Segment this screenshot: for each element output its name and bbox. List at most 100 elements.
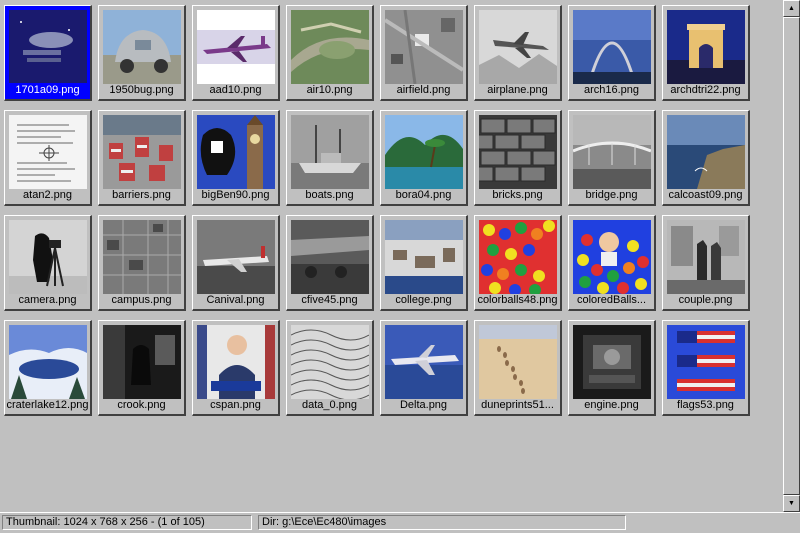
thumbnail-tile[interactable]: Delta.png — [380, 320, 468, 416]
thumbnail-tile[interactable]: 1950bug.png — [98, 5, 186, 101]
thumbnail-tile[interactable]: engine.png — [568, 320, 656, 416]
status-thumbnail-info: Thumbnail: 1024 x 768 x 256 - (1 of 105) — [2, 515, 252, 530]
thumbnail-tile[interactable]: crook.png — [98, 320, 186, 416]
thumbnail-filename: campus.png — [111, 294, 172, 306]
scroll-up-arrow-icon: ▲ — [788, 5, 795, 12]
thumbnail-filename: bigBen90.png — [201, 189, 270, 201]
crater-lake-thumbnail — [9, 325, 87, 399]
thumbnail-filename: flags53.png — [677, 399, 734, 411]
thumbnail-tile[interactable]: archdtri22.png — [662, 5, 750, 101]
airliner-runway-thumbnail — [197, 220, 275, 294]
thumbnail-filename: colorballs48.png — [477, 294, 558, 306]
ball-pit-thumbnail — [479, 220, 557, 294]
scroll-up-button[interactable]: ▲ — [783, 0, 800, 17]
scroll-thumb[interactable] — [783, 17, 800, 495]
gateway-arch-thumbnail — [573, 10, 651, 84]
thumbnail-tile[interactable]: cspan.png — [192, 320, 280, 416]
thumbnail-tile[interactable]: Canival.png — [192, 215, 280, 311]
thumbnail-filename: bora04.png — [395, 189, 452, 201]
texture-pattern-thumbnail — [291, 325, 369, 399]
thumbnail-filename: craterlake12.png — [6, 399, 89, 411]
jet-fighter-thumbnail — [479, 10, 557, 84]
thumbnail-tile[interactable]: cfive45.png — [286, 215, 374, 311]
speaker-podium-thumbnail — [197, 325, 275, 399]
thumbnail-tile[interactable]: arch16.png — [568, 5, 656, 101]
car-engine-thumbnail — [573, 325, 651, 399]
starship-thumbnail — [9, 10, 87, 84]
boats-thumbnail — [291, 115, 369, 189]
thumbnail-filename: data_0.png — [301, 399, 358, 411]
thumbnail-tile[interactable]: aad10.png — [192, 5, 280, 101]
cargo-plane-thumbnail — [291, 220, 369, 294]
thumbnail-tile[interactable]: bora04.png — [380, 110, 468, 206]
thumbnail-filename: cfive45.png — [301, 294, 358, 306]
thumbnail-filename: airplane.png — [487, 84, 548, 96]
thumbnail-tile[interactable]: couple.png — [662, 215, 750, 311]
barriers-thumbnail — [103, 115, 181, 189]
thumbnail-tile[interactable]: bricks.png — [474, 110, 562, 206]
delta-jet-thumbnail — [385, 325, 463, 399]
thumbnail-tile[interactable]: camera.png — [4, 215, 92, 311]
thumbnail-tile[interactable]: atan2.png — [4, 110, 92, 206]
thumbnail-tile[interactable]: bigBen90.png — [192, 110, 280, 206]
thumbnail-filename: duneprints51... — [481, 399, 554, 411]
thumbnail-tile[interactable]: coloredBalls... — [568, 215, 656, 311]
thumbnail-tile[interactable]: calcoast09.png — [662, 110, 750, 206]
college-aerial-thumbnail — [385, 220, 463, 294]
scroll-down-button[interactable]: ▼ — [783, 495, 800, 512]
coastline-thumbnail — [667, 115, 745, 189]
thumbnail-filename: cspan.png — [210, 399, 261, 411]
couple-room-thumbnail — [667, 220, 745, 294]
thumbnail-filename: camera.png — [18, 294, 77, 306]
big-ben-thumbnail — [197, 115, 275, 189]
thumbnail-filename: couple.png — [678, 294, 733, 306]
campus-aerial-thumbnail — [103, 220, 181, 294]
sand-dune-footprints-thumbnail — [479, 325, 557, 399]
thumbnail-filename: engine.png — [584, 399, 639, 411]
thumbnail-filename: aad10.png — [209, 84, 262, 96]
thumbnail-tile[interactable]: barriers.png — [98, 110, 186, 206]
status-bar: Thumbnail: 1024 x 768 x 256 - (1 of 105)… — [0, 512, 800, 533]
bridge-thumbnail — [573, 115, 651, 189]
tropical-island-thumbnail — [385, 115, 463, 189]
thumbnail-tile[interactable]: campus.png — [98, 215, 186, 311]
thumbnail-filename: calcoast09.png — [668, 189, 743, 201]
thumbnail-tile[interactable]: duneprints51... — [474, 320, 562, 416]
thumbnail-tile[interactable]: colorballs48.png — [474, 215, 562, 311]
thumbnail-tile[interactable]: air10.png — [286, 5, 374, 101]
cameraman-thumbnail — [9, 220, 87, 294]
thumbnail-gallery: 1701a09.png 1950bug.png aad10.png air10.png… — [0, 0, 783, 512]
thumbnail-filename: bricks.png — [492, 189, 543, 201]
thumbnail-filename: air10.png — [306, 84, 353, 96]
thumbnail-tile[interactable]: airplane.png — [474, 5, 562, 101]
thumbnail-filename: Delta.png — [399, 399, 448, 411]
thumbnail-tile[interactable]: flags53.png — [662, 320, 750, 416]
thumbnail-tile[interactable]: 1701a09.png — [4, 5, 92, 101]
thumbnail-filename: boats.png — [305, 189, 354, 201]
brick-wall-thumbnail — [479, 115, 557, 189]
thumbnail-filename: barriers.png — [112, 189, 171, 201]
thumbnail-tile[interactable]: bridge.png — [568, 110, 656, 206]
thumbnail-filename: coloredBalls... — [576, 294, 647, 306]
thumbnail-filename: airfield.png — [396, 84, 451, 96]
thumbnail-filename: archdtri22.png — [670, 84, 741, 96]
thumbnail-tile[interactable]: airfield.png — [380, 5, 468, 101]
thumbnail-filename: 1950bug.png — [109, 84, 174, 96]
thumbnail-filename: Canival.png — [206, 294, 265, 306]
thumbnail-filename: college.png — [395, 294, 452, 306]
airliner-thumbnail — [197, 10, 275, 84]
thumbnail-filename: 1701a09.png — [6, 83, 89, 98]
thumbnail-tile[interactable]: craterlake12.png — [4, 320, 92, 416]
scroll-down-arrow-icon: ▼ — [788, 500, 795, 507]
thumbnail-tile[interactable]: boats.png — [286, 110, 374, 206]
thumbnail-tile[interactable]: data_0.png — [286, 320, 374, 416]
thumbnail-filename: crook.png — [117, 399, 166, 411]
vertical-scrollbar[interactable]: ▲ ▼ — [783, 0, 800, 512]
vw-beetle-thumbnail — [103, 10, 181, 84]
thumbnail-filename: arch16.png — [583, 84, 640, 96]
thumbnail-filename: atan2.png — [23, 189, 72, 201]
thumbnail-tile[interactable]: college.png — [380, 215, 468, 311]
dark-scene-thumbnail — [103, 325, 181, 399]
arc-de-triomphe-thumbnail — [667, 10, 745, 84]
american-flags-thumbnail — [667, 325, 745, 399]
